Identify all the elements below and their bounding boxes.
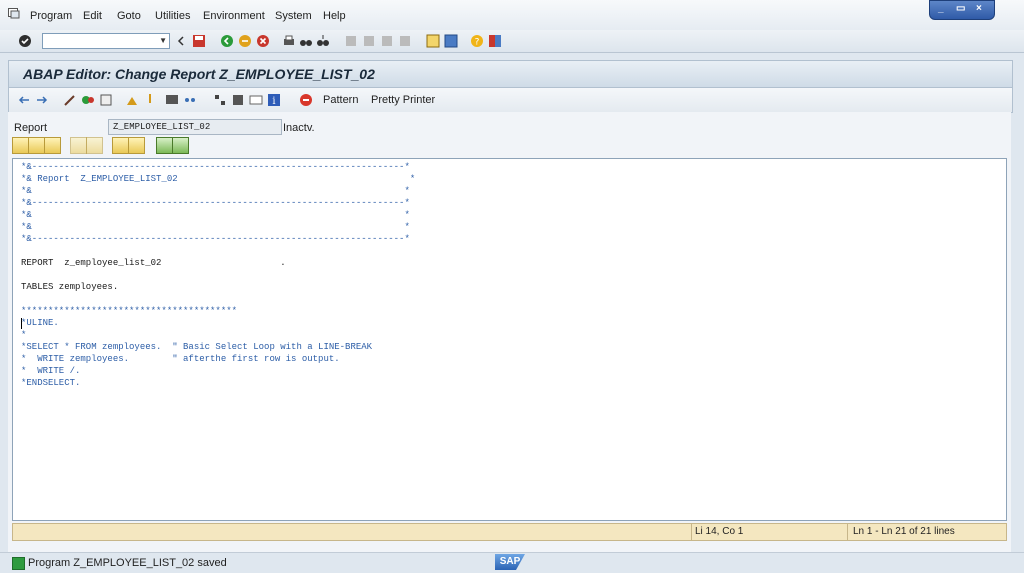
menu-edit[interactable]: Edit bbox=[83, 10, 102, 22]
code-line: *&--------------------------------------… bbox=[21, 198, 410, 208]
screen-title-bar: ABAP Editor: Change Report Z_EMPLOYEE_LI… bbox=[8, 60, 1013, 87]
menu-bar: Program Edit Goto Utilities Environment … bbox=[0, 0, 1024, 31]
menu-icon[interactable] bbox=[8, 8, 20, 19]
check-icon[interactable] bbox=[125, 93, 139, 107]
find-next-icon[interactable] bbox=[316, 34, 330, 48]
activate-icon[interactable] bbox=[143, 93, 157, 107]
save-icon[interactable] bbox=[192, 34, 206, 48]
new-session-icon[interactable] bbox=[426, 34, 440, 48]
menu-system[interactable]: System bbox=[275, 10, 312, 22]
menu-program[interactable]: Program bbox=[30, 10, 72, 22]
pattern-button[interactable]: Pattern bbox=[323, 94, 358, 106]
line-count: Ln 1 - Ln 21 of 21 lines bbox=[853, 526, 955, 537]
paste-icon[interactable] bbox=[44, 137, 61, 154]
help-icon[interactable]: ? bbox=[470, 34, 484, 48]
back-icon[interactable] bbox=[220, 34, 234, 48]
breakpoint-icon[interactable] bbox=[299, 93, 313, 107]
arrow-right-icon[interactable] bbox=[35, 93, 49, 107]
code-line: *& * bbox=[21, 222, 410, 232]
report-label: Report bbox=[14, 122, 48, 134]
arrow-left-icon[interactable] bbox=[17, 93, 31, 107]
work-area: Report Z_EMPLOYEE_LIST_02 Inactv. *&----… bbox=[8, 112, 1011, 552]
print-icon[interactable] bbox=[282, 34, 296, 48]
download-icon[interactable] bbox=[172, 137, 189, 154]
application-toolbar: i Pattern Pretty Printer bbox=[8, 87, 1013, 113]
chevron-down-icon[interactable]: ▼ bbox=[159, 36, 167, 45]
navigation-window-icon[interactable] bbox=[231, 93, 245, 107]
code-line: * bbox=[21, 330, 27, 340]
object-list-icon[interactable] bbox=[213, 93, 227, 107]
cursor-position: Li 14, Co 1 bbox=[695, 526, 744, 537]
command-field[interactable]: ▼ bbox=[42, 33, 170, 49]
code-line: *ULINE. bbox=[21, 318, 59, 328]
enter-icon[interactable] bbox=[18, 34, 32, 48]
close-button[interactable]: × bbox=[976, 3, 982, 14]
cut-icon[interactable] bbox=[12, 137, 29, 154]
code-line: **************************************** bbox=[21, 306, 238, 316]
first-page-icon[interactable] bbox=[344, 34, 358, 48]
code-line: *SELECT * FROM zemployees. " Basic Selec… bbox=[21, 342, 373, 352]
code-line: *ENDSELECT. bbox=[21, 378, 81, 388]
code-editor[interactable]: *&--------------------------------------… bbox=[12, 158, 1007, 521]
display-change-icon[interactable] bbox=[63, 93, 77, 107]
code-line: *& Report Z_EMPLOYEE_LIST_02 * bbox=[21, 174, 416, 184]
previous-page-icon[interactable] bbox=[362, 34, 376, 48]
code-line: *&--------------------------------------… bbox=[21, 234, 410, 244]
restore-button[interactable]: ▭ bbox=[956, 3, 965, 14]
minimize-button[interactable]: _ bbox=[938, 3, 944, 14]
exit-icon[interactable] bbox=[238, 34, 252, 48]
menu-utilities[interactable]: Utilities bbox=[155, 10, 190, 22]
editor-status-bar: Li 14, Co 1 Ln 1 - Ln 21 of 21 lines bbox=[12, 523, 1007, 541]
find-next-code-icon[interactable] bbox=[128, 137, 145, 154]
code-line: * WRITE /. bbox=[21, 366, 81, 376]
upload-icon[interactable] bbox=[156, 137, 173, 154]
window-controls: _ ▭ × bbox=[929, 0, 995, 20]
menu-goto[interactable]: Goto bbox=[117, 10, 141, 22]
next-page-icon[interactable] bbox=[380, 34, 394, 48]
information-icon[interactable]: i bbox=[267, 93, 281, 107]
find-icon[interactable] bbox=[299, 34, 313, 48]
code-line: *& * bbox=[21, 186, 410, 196]
test-icon[interactable] bbox=[165, 93, 179, 107]
report-field[interactable]: Z_EMPLOYEE_LIST_02 bbox=[108, 119, 282, 135]
code-line: TABLES zemployees. bbox=[21, 282, 119, 292]
shortcut-icon[interactable] bbox=[444, 34, 458, 48]
layout-menu-icon[interactable] bbox=[488, 34, 502, 48]
status-message[interactable]: Program Z_EMPLOYEE_LIST_02 saved bbox=[28, 557, 227, 569]
code-line: * WRITE zemployees. " afterthe first row… bbox=[21, 354, 340, 364]
svg-text:i: i bbox=[272, 96, 275, 107]
page-title: ABAP Editor: Change Report Z_EMPLOYEE_LI… bbox=[23, 66, 375, 82]
code-line: *&--------------------------------------… bbox=[21, 162, 410, 172]
svg-text:?: ? bbox=[475, 38, 480, 48]
divider bbox=[847, 524, 848, 540]
undo-icon[interactable] bbox=[70, 137, 87, 154]
cancel-icon[interactable] bbox=[256, 34, 270, 48]
success-icon bbox=[12, 557, 25, 570]
menu-environment[interactable]: Environment bbox=[203, 10, 265, 22]
text-caret bbox=[21, 318, 22, 329]
find-code-icon[interactable] bbox=[112, 137, 129, 154]
pretty-printer-button[interactable]: Pretty Printer bbox=[371, 94, 435, 106]
fullscreen-icon[interactable] bbox=[249, 93, 263, 107]
sap-logo: SAP bbox=[495, 554, 525, 570]
copy-icon[interactable] bbox=[28, 137, 45, 154]
divider bbox=[691, 524, 692, 540]
code-line: *& * bbox=[21, 210, 410, 220]
back-arrow-icon[interactable] bbox=[174, 34, 188, 48]
other-object-icon[interactable] bbox=[99, 93, 113, 107]
status-bar: Program Z_EMPLOYEE_LIST_02 saved SAP bbox=[0, 552, 1024, 573]
system-toolbar: ▼ ? bbox=[0, 30, 1024, 53]
redo-icon[interactable] bbox=[86, 137, 103, 154]
menu-help[interactable]: Help bbox=[323, 10, 346, 22]
report-status: Inactv. bbox=[283, 122, 315, 134]
code-line: REPORT z_employee_list_02 . bbox=[21, 258, 286, 268]
active-inactive-icon[interactable] bbox=[81, 93, 95, 107]
last-page-icon[interactable] bbox=[398, 34, 412, 48]
where-used-icon[interactable] bbox=[183, 93, 197, 107]
